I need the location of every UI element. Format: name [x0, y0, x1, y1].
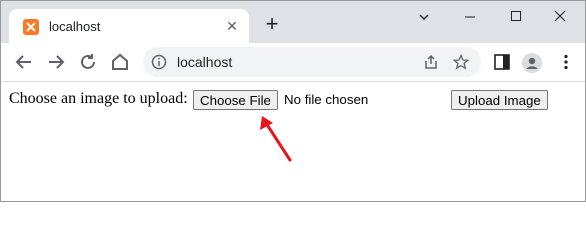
menu-kebab-icon[interactable]	[557, 53, 575, 71]
forward-arrow-icon[interactable]	[45, 51, 67, 73]
address-bar[interactable]: localhost	[143, 47, 481, 77]
back-arrow-icon[interactable]	[13, 51, 35, 73]
annotation-arrow-icon	[260, 116, 292, 162]
share-icon[interactable]	[423, 54, 439, 70]
home-icon[interactable]	[109, 51, 131, 73]
minimize-button[interactable]	[447, 5, 493, 29]
site-info-icon[interactable]	[151, 54, 167, 70]
new-tab-button[interactable]: +	[260, 13, 284, 37]
close-window-button[interactable]	[537, 5, 583, 29]
bookmark-star-icon[interactable]	[452, 53, 470, 70]
xampp-favicon-icon	[23, 19, 39, 35]
browser-toolbar: localhost	[1, 43, 585, 82]
profile-avatar-icon[interactable]	[522, 53, 542, 73]
tab-strip: localhost ✕ +	[1, 1, 585, 43]
tab-title: localhost	[49, 19, 101, 34]
url-text: localhost	[177, 54, 233, 70]
side-panel-icon[interactable]	[493, 53, 511, 71]
maximize-button[interactable]	[493, 5, 539, 29]
reload-icon[interactable]	[77, 51, 99, 73]
tab-close-icon[interactable]: ✕	[223, 17, 241, 35]
browser-window: localhost ✕ + localhost Choose an image …	[0, 0, 586, 202]
browser-tab[interactable]: localhost ✕	[9, 9, 249, 43]
tab-search-icon[interactable]	[401, 5, 447, 29]
page-content: Choose an image to upload: Choose File N…	[1, 82, 585, 201]
